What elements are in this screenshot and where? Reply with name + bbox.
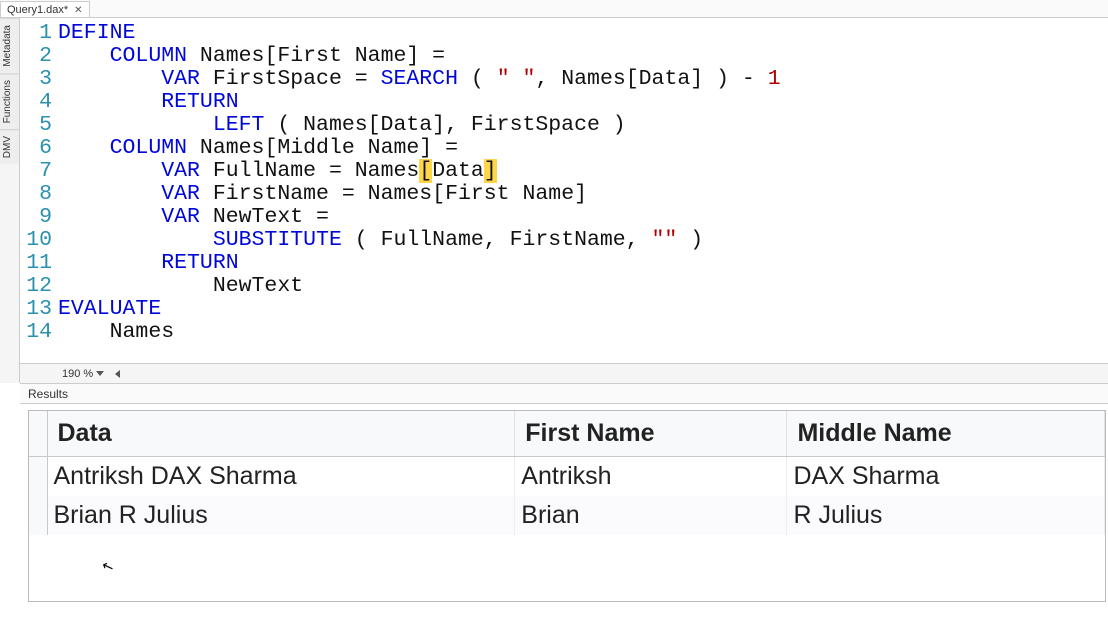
line-number: 9 xyxy=(20,206,52,229)
line-number: 6 xyxy=(20,137,52,160)
line-number-gutter: 1234567891011121314 xyxy=(20,18,58,363)
code-line[interactable]: LEFT ( Names[Data], FirstSpace ) xyxy=(58,114,1108,137)
row-selector[interactable] xyxy=(29,496,47,535)
code-area[interactable]: DEFINE COLUMN Names[First Name] = VAR Fi… xyxy=(58,18,1108,363)
column-header[interactable]: Middle Name xyxy=(787,411,1105,457)
file-tab-title: Query1.dax* xyxy=(7,4,68,16)
cell[interactable]: R Julius xyxy=(787,496,1105,535)
scroll-left-icon[interactable] xyxy=(115,370,120,378)
tab-bar: Query1.dax* ✕ xyxy=(0,0,1108,18)
code-line[interactable]: DEFINE xyxy=(58,22,1108,45)
line-number: 8 xyxy=(20,183,52,206)
side-tab-metadata[interactable]: Metadata xyxy=(0,18,19,73)
zoom-strip: 190 % xyxy=(20,363,1108,383)
code-line[interactable]: VAR FirstSpace = SEARCH ( " ", Names[Dat… xyxy=(58,68,1108,91)
chevron-down-icon[interactable] xyxy=(96,371,104,376)
cell[interactable]: Antriksh xyxy=(515,457,787,497)
code-line[interactable]: NewText xyxy=(58,275,1108,298)
code-line[interactable]: COLUMN Names[First Name] = xyxy=(58,45,1108,68)
table-row[interactable]: Antriksh DAX SharmaAntrikshDAX Sharma xyxy=(29,457,1105,497)
line-number: 10 xyxy=(20,229,52,252)
results-panel-label: Results xyxy=(20,383,1108,404)
line-number: 14 xyxy=(20,321,52,344)
line-number: 11 xyxy=(20,252,52,275)
row-selector-header xyxy=(29,411,47,457)
side-tab-dmv[interactable]: DMV xyxy=(0,129,19,164)
code-line[interactable]: Names xyxy=(58,321,1108,344)
file-tab[interactable]: Query1.dax* ✕ xyxy=(0,1,90,17)
line-number: 1 xyxy=(20,22,52,45)
side-tab-functions[interactable]: Functions xyxy=(0,73,19,129)
code-line[interactable]: RETURN xyxy=(58,252,1108,275)
cell[interactable]: DAX Sharma xyxy=(787,457,1105,497)
close-icon[interactable]: ✕ xyxy=(74,5,82,16)
code-line[interactable]: VAR FullName = Names[Data] xyxy=(58,160,1108,183)
line-number: 12 xyxy=(20,275,52,298)
line-number: 13 xyxy=(20,298,52,321)
code-line[interactable]: EVALUATE xyxy=(58,298,1108,321)
results-grid[interactable]: Data First Name Middle Name Antriksh DAX… xyxy=(29,411,1105,535)
row-selector[interactable] xyxy=(29,457,47,497)
zoom-level: 190 % xyxy=(62,368,93,380)
code-line[interactable]: VAR FirstName = Names[First Name] xyxy=(58,183,1108,206)
cell[interactable]: Brian R Julius xyxy=(47,496,515,535)
code-line[interactable]: RETURN xyxy=(58,91,1108,114)
line-number: 4 xyxy=(20,91,52,114)
column-header[interactable]: Data xyxy=(47,411,515,457)
line-number: 2 xyxy=(20,45,52,68)
cell[interactable]: Brian xyxy=(515,496,787,535)
cell[interactable]: Antriksh DAX Sharma xyxy=(47,457,515,497)
side-tabs: Metadata Functions DMV xyxy=(0,18,20,383)
line-number: 5 xyxy=(20,114,52,137)
results-header-row: Data First Name Middle Name xyxy=(29,411,1105,457)
table-row[interactable]: Brian R JuliusBrianR Julius xyxy=(29,496,1105,535)
column-header[interactable]: First Name xyxy=(515,411,787,457)
line-number: 3 xyxy=(20,68,52,91)
results-grid-wrap: Data First Name Middle Name Antriksh DAX… xyxy=(28,410,1106,602)
line-number: 7 xyxy=(20,160,52,183)
code-editor[interactable]: 1234567891011121314 DEFINE COLUMN Names[… xyxy=(20,18,1108,363)
code-line[interactable]: VAR NewText = xyxy=(58,206,1108,229)
code-line[interactable]: COLUMN Names[Middle Name] = xyxy=(58,137,1108,160)
code-line[interactable]: SUBSTITUTE ( FullName, FirstName, "" ) xyxy=(58,229,1108,252)
